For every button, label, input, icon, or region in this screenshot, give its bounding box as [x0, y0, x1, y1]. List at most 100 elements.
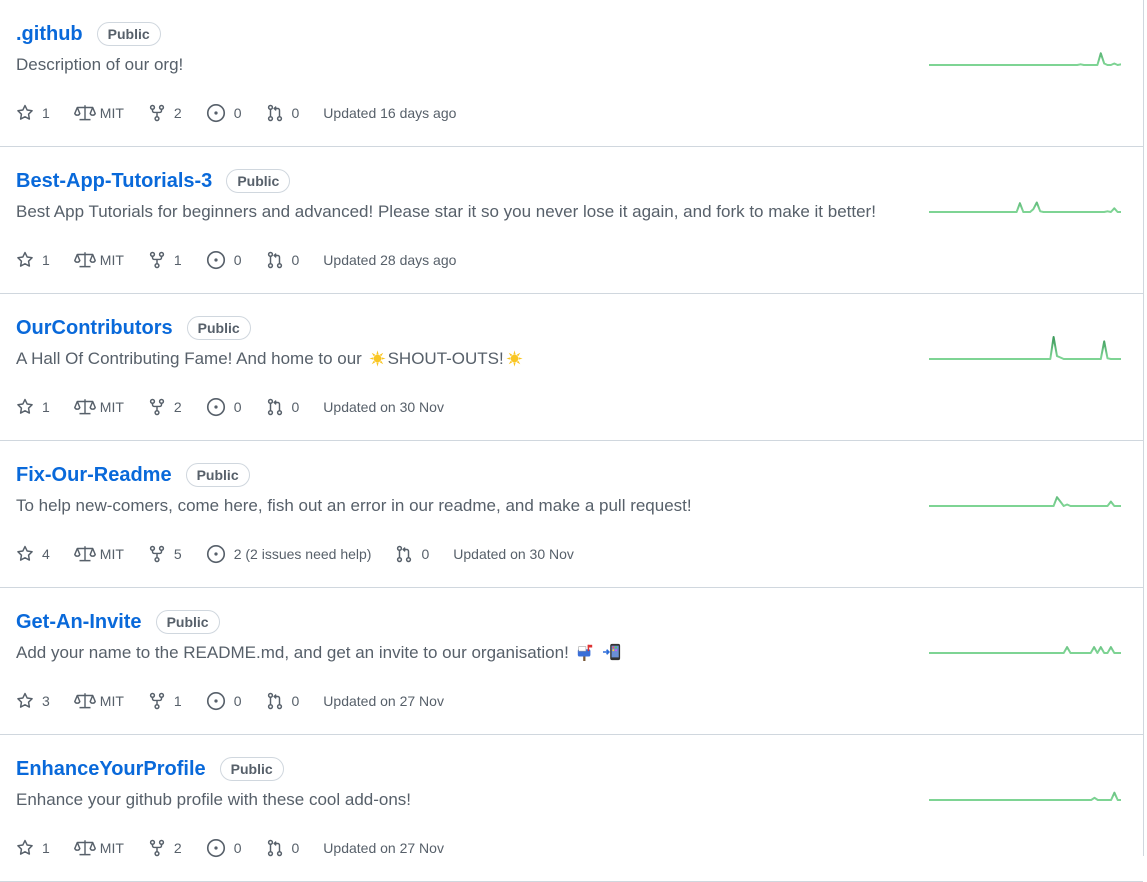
repository-list: .github Public Description of our org! 1… [0, 0, 1144, 882]
forks-link[interactable]: 5 [148, 545, 182, 563]
forks-link[interactable]: 2 [148, 398, 182, 416]
repo-forked-icon [149, 104, 165, 122]
visibility-badge: Public [219, 757, 284, 781]
repository-item: Get-An-Invite Public Add your name to th… [0, 588, 1143, 735]
issues-link[interactable]: 0 [206, 397, 242, 417]
pulls-link[interactable]: 0 [395, 545, 429, 563]
activity-line [929, 52, 1121, 66]
stars-link[interactable]: 1 [16, 104, 50, 122]
repository-item: .github Public Description of our org! 1… [0, 0, 1143, 147]
law-scale-icon [73, 399, 96, 415]
law-scale-icon [73, 546, 96, 562]
issues-count: 0 [233, 105, 242, 121]
license-info: MIT [73, 692, 124, 710]
activity-line [929, 336, 1121, 360]
updated-time: Updated on 30 Nov [453, 546, 574, 562]
issues-link[interactable]: 0 [206, 250, 242, 270]
issues-link[interactable]: 0 [206, 103, 242, 123]
star-icon [17, 104, 33, 120]
repository-item: Fix-Our-Readme Public To help new-comers… [0, 441, 1143, 588]
activity-sparkline [929, 646, 1121, 654]
license-info: MIT [73, 398, 124, 416]
repo-name-link[interactable]: OurContributors [16, 317, 173, 340]
forks-count: 2 [173, 105, 182, 121]
pulls-link[interactable]: 0 [266, 104, 299, 122]
license-label: MIT [99, 840, 124, 856]
updated-time: Updated on 30 Nov [323, 399, 444, 415]
activity-line [929, 646, 1121, 654]
repo-title-row: Best-App-Tutorials-3 Public [16, 169, 291, 193]
license-info: MIT [73, 839, 124, 857]
repository-item: EnhanceYourProfile Public Enhance your g… [0, 735, 1143, 882]
pulls-link[interactable]: 0 [266, 839, 299, 857]
stars-count: 3 [42, 693, 50, 709]
repo-name-link[interactable]: Fix-Our-Readme [16, 464, 172, 487]
license-label: MIT [99, 105, 124, 121]
pulls-link[interactable]: 0 [266, 251, 300, 269]
stars-link[interactable]: 3 [16, 692, 50, 710]
forks-link[interactable]: 1 [148, 251, 182, 269]
license-label: MIT [99, 693, 124, 709]
repo-forked-icon [149, 839, 165, 857]
stars-count: 1 [42, 840, 50, 856]
stars-link[interactable]: 1 [16, 839, 50, 857]
pulls-count: 0 [421, 546, 430, 562]
issues-count: 0 [233, 399, 242, 415]
activity-sparkline [929, 496, 1121, 507]
stars-link[interactable]: 4 [16, 545, 50, 563]
forks-count: 5 [173, 546, 182, 562]
repo-forked-icon [149, 251, 165, 269]
pulls-count: 0 [291, 252, 300, 268]
license-info: MIT [73, 545, 124, 563]
stars-count: 1 [42, 252, 50, 268]
forks-count: 1 [173, 252, 182, 268]
star-icon [17, 545, 33, 561]
stars-link[interactable]: 1 [16, 251, 50, 269]
forks-link[interactable]: 2 [148, 104, 182, 122]
issues-link[interactable]: 0 [206, 838, 242, 858]
repo-title-row: Fix-Our-Readme Public [16, 463, 250, 487]
mailbox-icon [577, 644, 592, 661]
issues-link[interactable]: 0 [206, 691, 242, 711]
license-label: MIT [99, 546, 124, 562]
forks-count: 2 [173, 840, 182, 856]
visibility-badge: Public [155, 610, 220, 634]
law-scale-icon [73, 252, 96, 268]
issues-count: 0 [233, 840, 242, 856]
visibility-badge: Public [226, 169, 291, 193]
repo-forked-icon [149, 398, 165, 416]
activity-sparkline [929, 201, 1121, 213]
git-pull-request-icon [267, 251, 282, 269]
repository-item: OurContributors Public A Hall Of Contrib… [0, 294, 1143, 441]
activity-line [929, 496, 1121, 507]
issue-opened-icon [206, 250, 225, 270]
issues-link[interactable]: 2 (2 issues need help) [206, 544, 371, 564]
stars-count: 1 [42, 399, 50, 415]
updated-time: Updated 28 days ago [323, 252, 457, 268]
repo-name-link[interactable]: .github [16, 23, 83, 46]
forks-link[interactable]: 1 [148, 692, 182, 710]
star-icon [17, 251, 33, 267]
repo-name-link[interactable]: Best-App-Tutorials-3 [16, 170, 212, 193]
updated-time: Updated on 27 Nov [323, 693, 444, 709]
pulls-link[interactable]: 0 [266, 692, 300, 710]
repo-title-row: EnhanceYourProfile Public [16, 757, 284, 781]
forks-link[interactable]: 2 [148, 839, 182, 857]
star-icon [17, 398, 33, 414]
issues-count: 0 [233, 693, 242, 709]
repo-meta: 1 MIT 2 0 0 Updated on 27 Nov [16, 838, 468, 858]
law-scale-icon [73, 693, 96, 709]
activity-line [929, 791, 1121, 801]
glowing-star-icon [369, 350, 386, 367]
repo-meta: 1 MIT 2 0 0 Updated on 30 Nov [16, 397, 468, 417]
issue-opened-icon [206, 838, 225, 858]
glowing-star-icon [506, 350, 523, 367]
repo-name-link[interactable]: Get-An-Invite [16, 611, 142, 634]
stars-link[interactable]: 1 [16, 398, 50, 416]
repo-description: Best App Tutorials for beginners and adv… [16, 202, 876, 221]
pulls-link[interactable]: 0 [266, 398, 299, 416]
repo-name-link[interactable]: EnhanceYourProfile [16, 758, 206, 781]
license-label: MIT [99, 399, 124, 415]
pulls-count: 0 [291, 693, 300, 709]
git-pull-request-icon [267, 104, 282, 122]
